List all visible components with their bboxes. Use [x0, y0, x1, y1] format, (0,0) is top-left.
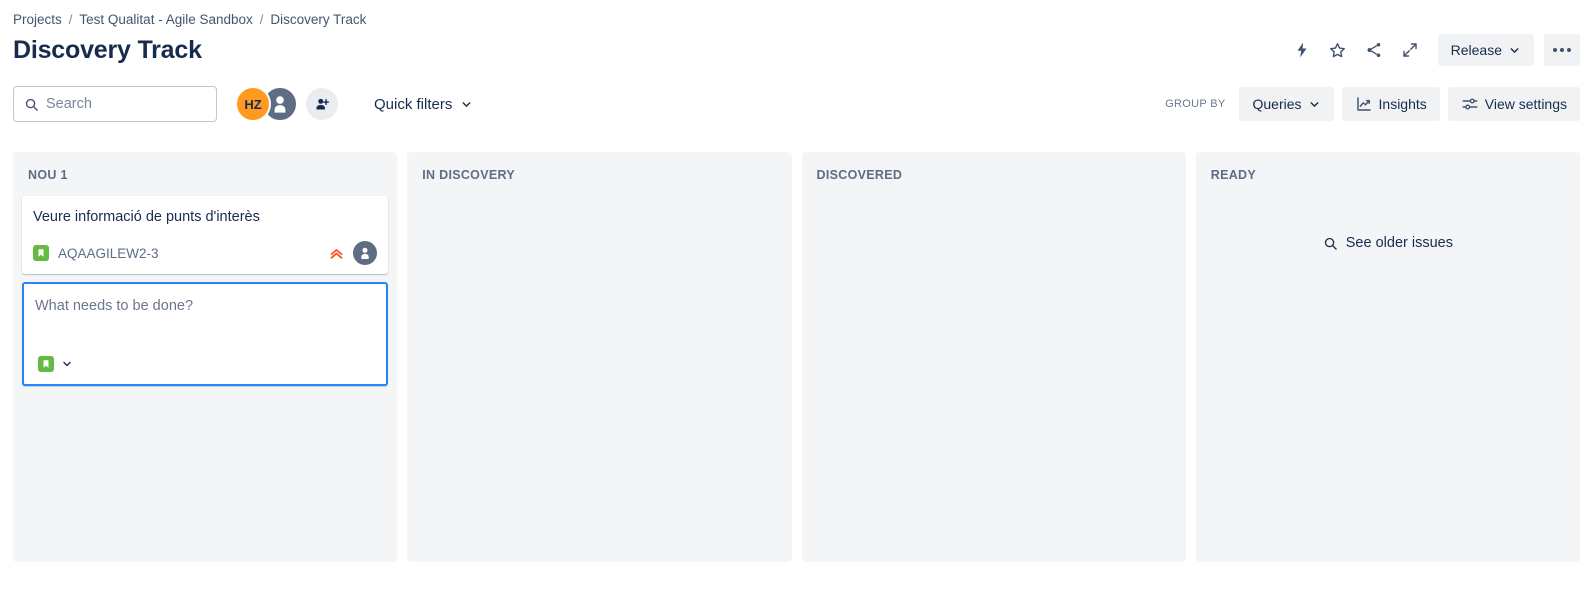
create-issue-input[interactable]	[35, 296, 376, 314]
chevron-down-icon	[1508, 44, 1521, 57]
column-title: NOU 1	[28, 168, 68, 182]
expand-button[interactable]	[1394, 34, 1426, 66]
breadcrumb: Projects / Test Qualitat - Agile Sandbox…	[0, 0, 1593, 28]
star-icon	[1328, 41, 1347, 60]
add-person-icon	[314, 96, 331, 113]
breadcrumb-item-board[interactable]: Discovery Track	[270, 12, 366, 27]
avatar-group: HZ	[235, 86, 338, 122]
create-issue-footer	[35, 354, 375, 374]
chevron-down-icon	[460, 98, 473, 111]
search-input[interactable]	[46, 96, 206, 112]
chevron-down-icon	[61, 358, 73, 370]
highest-priority-icon	[328, 245, 345, 262]
quick-filters-dropdown[interactable]: Quick filters	[368, 88, 479, 120]
automation-button[interactable]	[1286, 34, 1318, 66]
toolbar-right-group: GROUP BY Queries Insights View settings	[1165, 87, 1580, 121]
board-column-nou-1: NOU 1 Veure informació de punts d'interè…	[13, 152, 398, 562]
chevron-down-icon	[1308, 98, 1321, 111]
star-button[interactable]	[1322, 34, 1354, 66]
share-button[interactable]	[1358, 34, 1390, 66]
story-icon	[33, 245, 49, 261]
page-header-actions: Release	[1286, 34, 1580, 66]
board-column-in-discovery: IN DISCOVERY	[407, 152, 792, 562]
sliders-icon	[1461, 95, 1479, 113]
board-column-ready: READY See older issues	[1195, 152, 1580, 562]
page-title: Discovery Track	[13, 36, 202, 64]
board: NOU 1 Veure informació de punts d'interè…	[0, 128, 1593, 562]
queries-dropdown[interactable]: Queries	[1239, 87, 1334, 121]
issue-card-meta: AQAAGILEW2-3	[33, 245, 159, 261]
issue-card-footer: AQAAGILEW2-3	[33, 241, 378, 265]
dot-icon	[1560, 48, 1564, 52]
board-column-discovered: DISCOVERED	[801, 152, 1186, 562]
search-icon	[1323, 236, 1338, 251]
group-by-label: GROUP BY	[1165, 98, 1226, 110]
column-title: IN DISCOVERY	[422, 168, 515, 182]
dot-icon	[1567, 48, 1571, 52]
issue-key[interactable]: AQAAGILEW2-3	[58, 246, 159, 261]
lightning-bolt-icon	[1293, 41, 1311, 59]
toolbar-left-group: HZ	[13, 86, 479, 122]
page-header: Discovery Track Release	[0, 28, 1593, 72]
breadcrumb-item-projects[interactable]: Projects	[13, 12, 62, 27]
column-cards: Veure informació de punts d'interès AQAA…	[22, 196, 389, 386]
insights-label: Insights	[1378, 96, 1427, 112]
breadcrumb-separator: /	[68, 11, 73, 27]
issue-card-indicators	[328, 241, 378, 265]
column-title: READY	[1210, 168, 1257, 182]
dot-icon	[1553, 48, 1557, 52]
see-older-issues-label: See older issues	[1345, 235, 1453, 251]
breadcrumb-separator: /	[259, 11, 264, 27]
more-actions-button[interactable]	[1544, 34, 1580, 66]
release-label: Release	[1450, 42, 1502, 58]
column-title: DISCOVERED	[816, 168, 903, 182]
insights-chart-icon	[1355, 95, 1373, 113]
search-icon	[24, 97, 39, 112]
view-settings-button[interactable]: View settings	[1447, 87, 1580, 121]
queries-label: Queries	[1252, 96, 1302, 112]
view-settings-label: View settings	[1484, 96, 1567, 112]
issue-type-select[interactable]	[35, 354, 76, 374]
issue-card[interactable]: Veure informació de punts d'interès AQAA…	[22, 196, 389, 274]
avatar-initials: HZ	[244, 96, 262, 112]
quick-filters-label: Quick filters	[374, 95, 453, 113]
add-person-button[interactable]	[306, 88, 338, 120]
issue-assignee-avatar[interactable]	[353, 241, 378, 265]
insights-button[interactable]: Insights	[1341, 87, 1440, 121]
issue-card-title: Veure informació de punts d'interès	[33, 209, 260, 225]
release-button[interactable]: Release	[1437, 34, 1534, 66]
avatar-hz[interactable]: HZ	[235, 86, 271, 122]
board-toolbar: HZ	[0, 72, 1593, 128]
search-box[interactable]	[13, 86, 217, 122]
share-icon	[1365, 41, 1383, 59]
breadcrumb-item-project[interactable]: Test Qualitat - Agile Sandbox	[79, 12, 252, 27]
create-issue-card[interactable]	[22, 282, 389, 386]
story-icon	[38, 356, 54, 372]
see-older-issues-button[interactable]: See older issues	[1205, 229, 1571, 257]
expand-icon	[1401, 41, 1419, 59]
